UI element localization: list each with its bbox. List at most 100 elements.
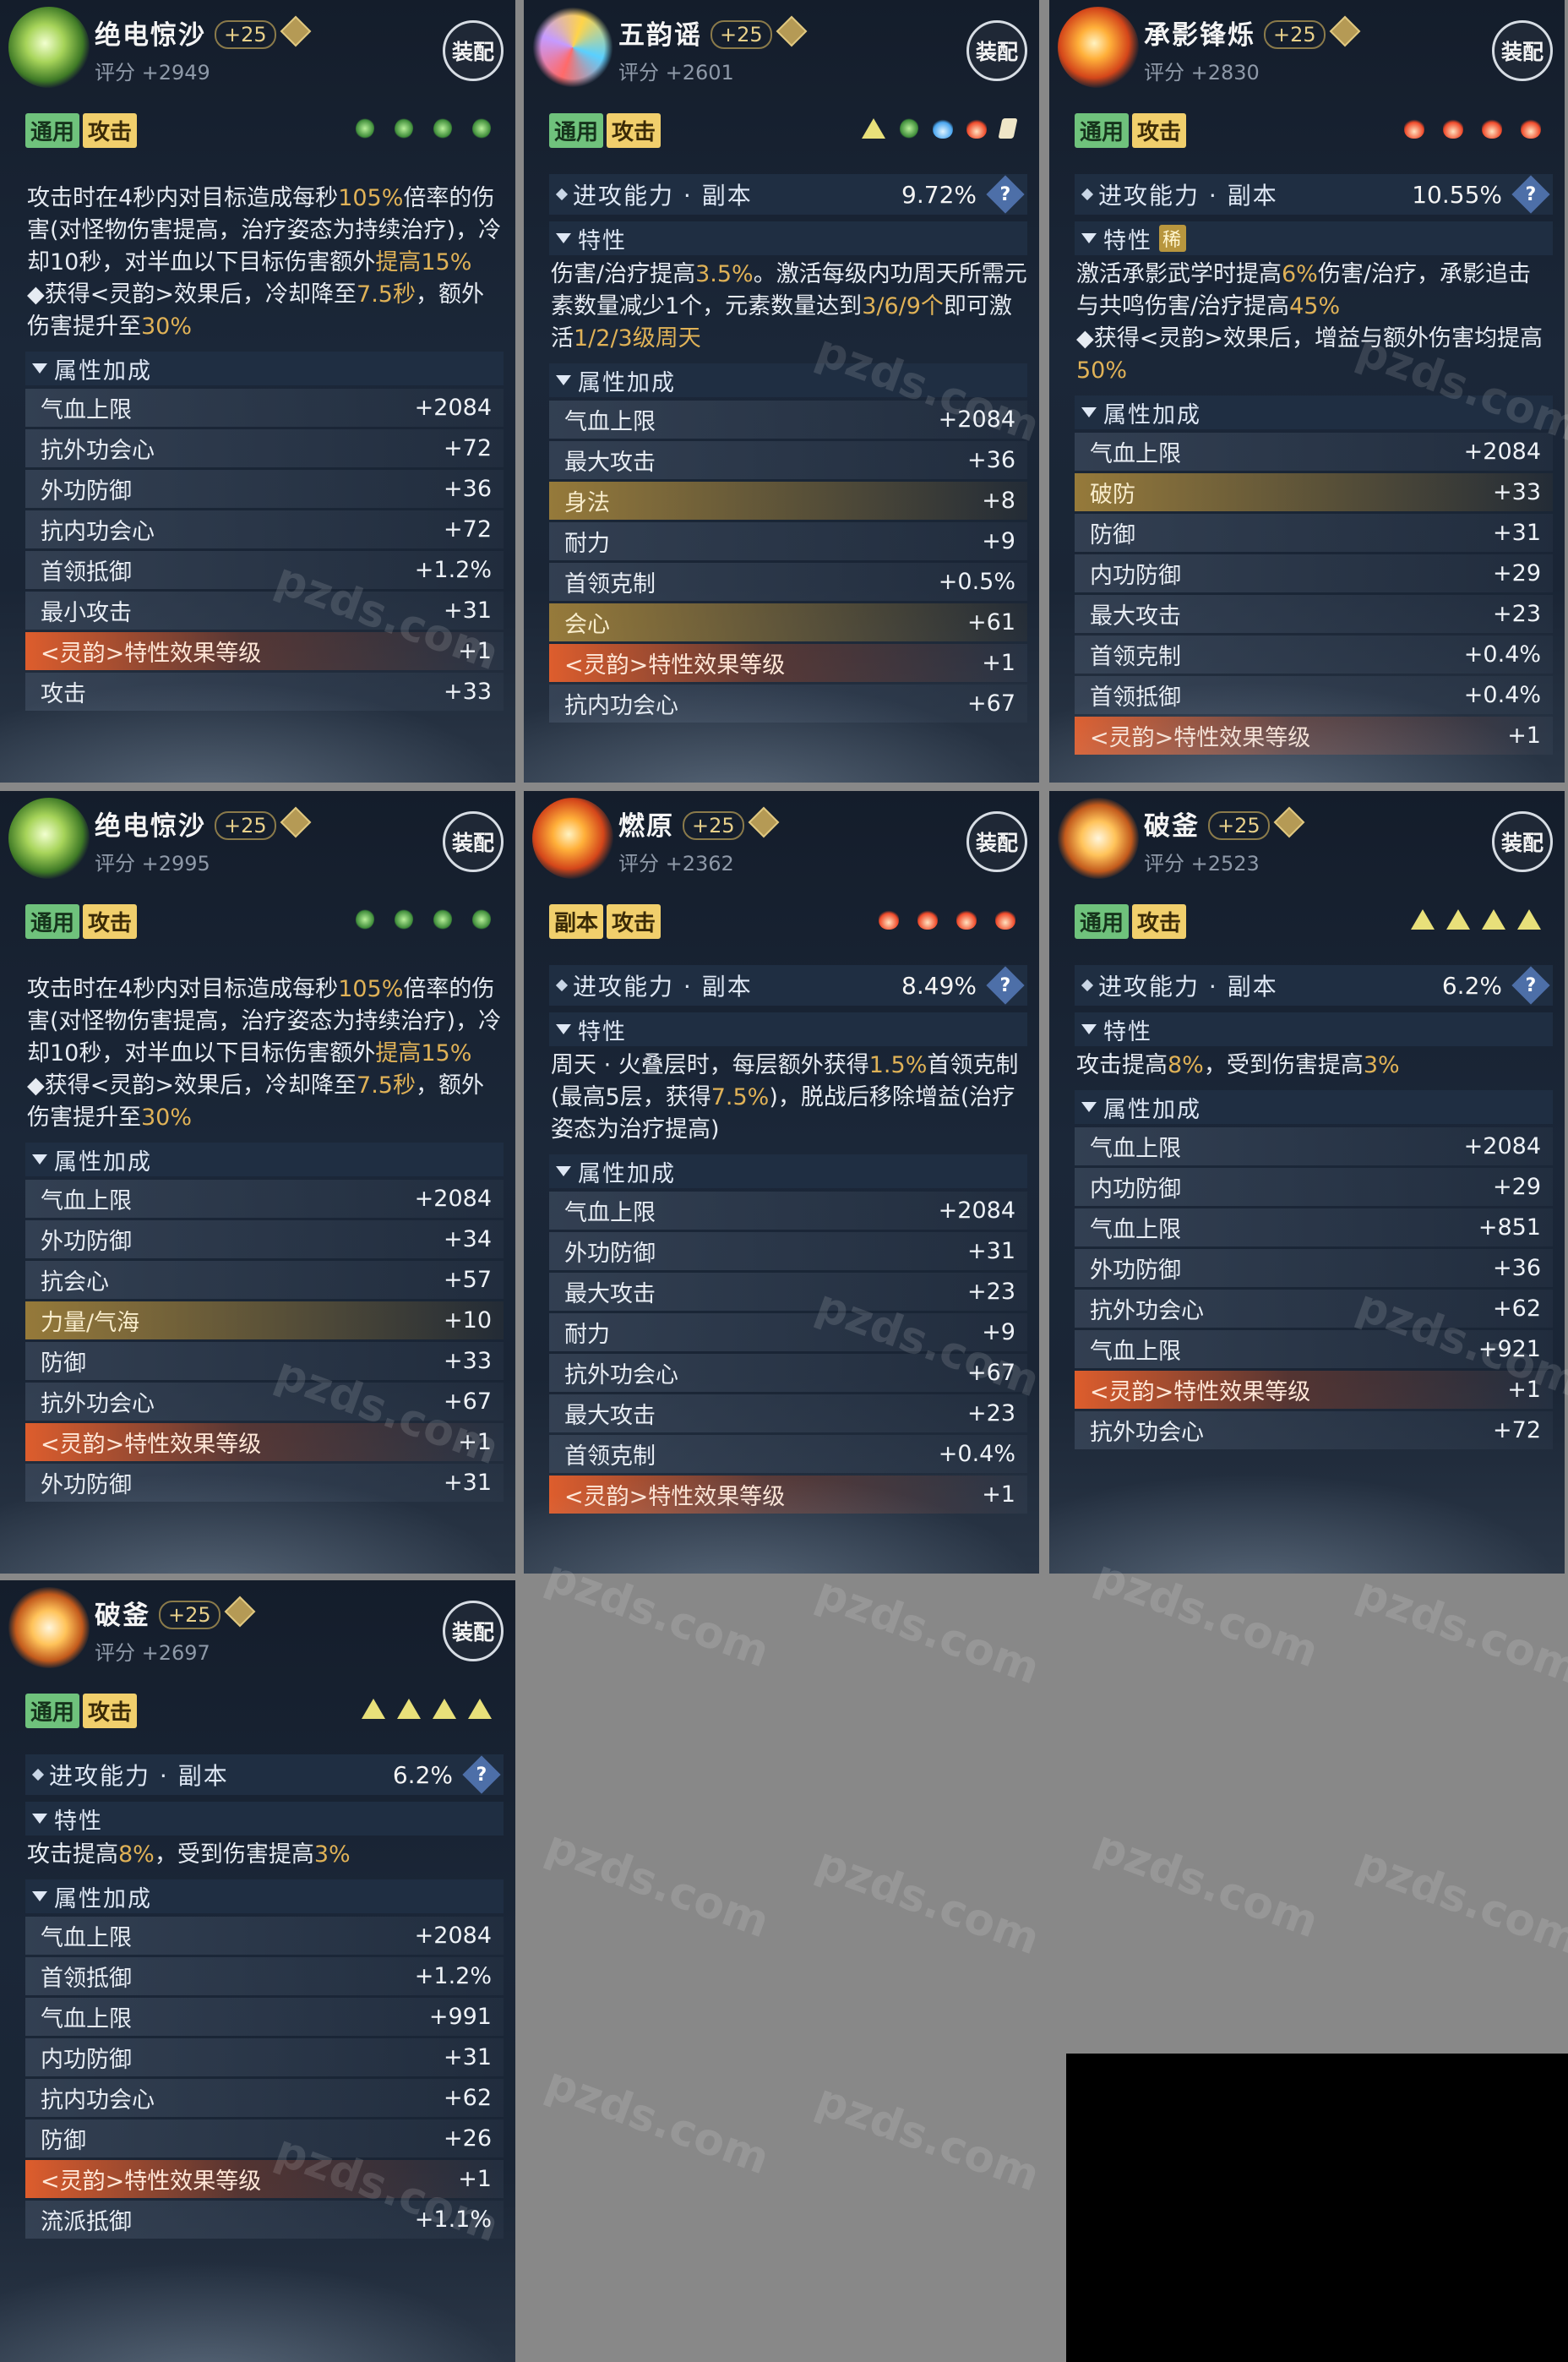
level-badge: +25 bbox=[710, 20, 772, 49]
help-icon[interactable]: ? bbox=[1511, 966, 1550, 1005]
stat-row: 抗内功会心 +67 bbox=[549, 685, 1027, 723]
diamond-bullet-icon bbox=[555, 979, 569, 992]
stat-row: 气血上限 +851 bbox=[1075, 1208, 1553, 1246]
fire-ring-gem-icon bbox=[532, 798, 613, 879]
flame-icon bbox=[1521, 118, 1541, 139]
tag-general: 通用 bbox=[25, 113, 80, 148]
diamond-bullet-icon bbox=[31, 1768, 45, 1781]
item-score: 评分 +2697 bbox=[95, 1641, 210, 1665]
section-attributes[interactable]: 属性加成 bbox=[1075, 1090, 1553, 1124]
equip-button[interactable]: 装配 bbox=[443, 1601, 504, 1661]
element-icons bbox=[862, 114, 1018, 143]
stat-row: 内功防御 +29 bbox=[1075, 1168, 1553, 1206]
stat-row-special: <灵韵>特性效果等级 +1 bbox=[25, 1423, 504, 1461]
item-score: 评分 +2362 bbox=[618, 852, 734, 876]
spear-gem-icon bbox=[1058, 798, 1139, 879]
ability-row: 进攻能力 · 副本 8.49%? bbox=[549, 965, 1027, 1006]
equip-button[interactable]: 装配 bbox=[1492, 811, 1553, 872]
help-icon[interactable]: ? bbox=[986, 175, 1025, 214]
black-block bbox=[1066, 2054, 1568, 2362]
flame-icon bbox=[1404, 118, 1424, 139]
watermark: pzds.com bbox=[809, 1837, 1047, 1966]
item-card-4: 绝电惊沙 +25 评分 +2995 装配 通用 攻击 攻击时在4秒内对目标造成每秒1… bbox=[0, 791, 515, 1574]
trait-description: 攻击时在4秒内对目标造成每秒105%倍率的伤害(对怪物伤害提高，治疗姿态为持续治… bbox=[27, 976, 502, 1131]
tag-general: 通用 bbox=[1075, 113, 1130, 148]
leaf-icon bbox=[895, 114, 923, 143]
item-card-7: 破釜 +25 评分 +2697 装配 通用 攻击 进攻能力 · 副本 6.2%? 特性… bbox=[0, 1580, 515, 2362]
section-trait[interactable]: 特性 bbox=[549, 221, 1027, 255]
stat-row: 最大攻击 +23 bbox=[549, 1273, 1027, 1311]
stat-row-highlight: 会心 +61 bbox=[549, 603, 1027, 641]
help-icon[interactable]: ? bbox=[986, 966, 1025, 1005]
equip-button[interactable]: 装配 bbox=[966, 811, 1027, 872]
item-name: 五韵谣 +25 bbox=[618, 14, 808, 52]
tag-attack: 攻击 bbox=[1132, 904, 1187, 939]
trait-description: 攻击时在4秒内对目标造成每秒105%倍率的伤害(对怪物伤害提高，治疗姿态为持续治… bbox=[27, 185, 502, 340]
lock-diamond-icon bbox=[280, 15, 312, 47]
flame-icon bbox=[995, 909, 1015, 930]
leaf-icon bbox=[428, 114, 457, 143]
equip-button[interactable]: 装配 bbox=[966, 20, 1027, 81]
watermark: pzds.com bbox=[809, 1567, 1047, 1695]
tag-dungeon: 副本 bbox=[549, 904, 604, 939]
element-icons bbox=[1404, 118, 1541, 139]
watermark: pzds.com bbox=[539, 1820, 776, 1949]
stat-row: 抗外功会心 +67 bbox=[549, 1354, 1027, 1392]
caret-down-icon bbox=[556, 1166, 571, 1176]
flame-icon bbox=[966, 118, 987, 139]
caret-down-icon bbox=[32, 363, 47, 374]
stat-row: 防御 +26 bbox=[25, 2119, 504, 2157]
lock-diamond-icon bbox=[748, 806, 780, 838]
leaf-icon bbox=[389, 905, 418, 934]
section-attributes[interactable]: 属性加成 bbox=[549, 363, 1027, 397]
level-badge: +25 bbox=[683, 811, 744, 840]
item-score: 评分 +2523 bbox=[1144, 852, 1260, 876]
element-icons bbox=[351, 905, 496, 934]
fire-blades-gem-icon bbox=[1058, 7, 1139, 88]
stat-row: 攻击 +33 bbox=[25, 673, 504, 711]
stat-row: 气血上限 +2084 bbox=[25, 1917, 504, 1955]
trait-description: 周天 · 火叠层时，每层额外获得1.5%首领克制(最高5层，获得7.5%)，脱战… bbox=[551, 1052, 1019, 1143]
item-name: 破釜 +25 bbox=[1144, 805, 1305, 843]
equip-button[interactable]: 装配 bbox=[443, 20, 504, 81]
caret-down-icon bbox=[1081, 1102, 1097, 1112]
item-name: 破釜 +25 bbox=[95, 1594, 256, 1632]
help-icon[interactable]: ? bbox=[462, 1755, 501, 1794]
lock-diamond-icon bbox=[1273, 806, 1305, 838]
leaf-icon bbox=[351, 905, 379, 934]
section-attributes[interactable]: 属性加成 bbox=[549, 1154, 1027, 1188]
help-icon[interactable]: ? bbox=[1511, 175, 1550, 214]
section-trait[interactable]: 特性稀 bbox=[1075, 221, 1553, 255]
element-icons bbox=[1411, 909, 1541, 930]
stat-row: 外功防御 +34 bbox=[25, 1220, 504, 1258]
item-name: 承影锋烁 +25 bbox=[1144, 14, 1361, 52]
watermark: pzds.com bbox=[1350, 1837, 1568, 1966]
section-trait[interactable]: 特性 bbox=[25, 1802, 504, 1836]
section-attributes[interactable]: 属性加成 bbox=[25, 352, 504, 385]
diamond-bullet-icon bbox=[1081, 979, 1094, 992]
stat-row: 外功防御 +31 bbox=[25, 1464, 504, 1502]
stat-row: 抗内功会心 +62 bbox=[25, 2079, 504, 2117]
stat-row: 气血上限 +2084 bbox=[25, 1180, 504, 1218]
tag-attack: 攻击 bbox=[83, 1694, 138, 1728]
rainbow-gem-icon bbox=[532, 7, 613, 88]
level-badge: +25 bbox=[159, 1601, 220, 1629]
stat-row: 外功防御 +36 bbox=[25, 470, 504, 508]
stat-row: 最大攻击 +23 bbox=[549, 1394, 1027, 1432]
caret-down-icon bbox=[556, 233, 571, 243]
flame-icon bbox=[1482, 118, 1502, 139]
equip-button[interactable]: 装配 bbox=[443, 811, 504, 872]
watermark: pzds.com bbox=[1350, 1567, 1568, 1695]
section-trait[interactable]: 特性 bbox=[1075, 1012, 1553, 1046]
caret-down-icon bbox=[32, 1814, 47, 1824]
equip-button[interactable]: 装配 bbox=[1492, 20, 1553, 81]
caret-down-icon bbox=[556, 375, 571, 385]
green-leaf-gem-icon bbox=[8, 798, 90, 879]
item-card-6: 破釜 +25 评分 +2523 装配 通用 攻击 进攻能力 · 副本 6.2%? 特性… bbox=[1049, 791, 1565, 1574]
section-attributes[interactable]: 属性加成 bbox=[25, 1143, 504, 1176]
stat-row: 气血上限 +991 bbox=[25, 1998, 504, 2036]
section-trait[interactable]: 特性 bbox=[549, 1012, 1027, 1046]
triangle-icon bbox=[1517, 909, 1541, 930]
section-attributes[interactable]: 属性加成 bbox=[25, 1879, 504, 1913]
section-attributes[interactable]: 属性加成 bbox=[1075, 395, 1553, 429]
